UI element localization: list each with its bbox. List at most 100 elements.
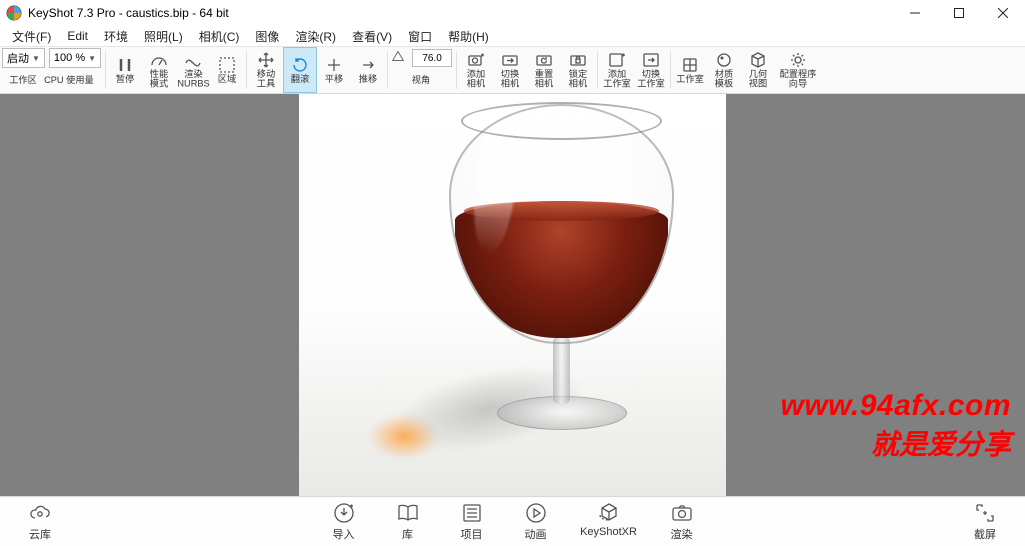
cube-icon — [749, 51, 767, 69]
library-label: 库 — [402, 526, 413, 542]
viewport[interactable]: www.94afx.com 就是爱分享 — [0, 94, 1025, 496]
close-button[interactable] — [981, 0, 1025, 26]
screenshot-button[interactable]: 截屏 — [945, 501, 1025, 542]
tumble-button[interactable]: 翻滚 — [283, 47, 317, 93]
config-wizard-button[interactable]: 配置程序 向导 — [775, 47, 821, 93]
pan-label: 平移 — [325, 75, 343, 84]
move-tool-button[interactable]: 移动 工具 — [249, 47, 283, 93]
render-canvas[interactable] — [299, 94, 726, 496]
cpu-usage-label: CPU 使用量 — [44, 76, 94, 85]
nurbs-icon — [184, 51, 202, 69]
crop-icon — [973, 501, 997, 525]
scene — [299, 94, 726, 496]
menubar: 文件(F) Edit 环境 照明(L) 相机(C) 图像 渲染(R) 查看(V)… — [0, 26, 1025, 46]
toolbar: 启动▼ 100 %▼ 工作区 CPU 使用量 暂停 性能 模式 渲染 NURBS… — [0, 46, 1025, 94]
cube-rotate-icon — [597, 501, 621, 525]
cpu-usage-button[interactable]: CPU 使用量 — [46, 74, 92, 88]
reset-camera-button[interactable]: 重置 相机 — [527, 47, 561, 93]
switch-camera-button[interactable]: 切换 相机 — [493, 47, 527, 93]
move-icon — [257, 51, 275, 69]
workspace-button[interactable]: 工作区 — [0, 74, 46, 88]
geometry-view-button[interactable]: 几何 视图 — [741, 47, 775, 93]
fov-input[interactable]: 76.0 — [412, 49, 452, 67]
region-icon — [218, 56, 236, 74]
cloud-library-button[interactable]: 云库 — [0, 501, 80, 542]
animation-label: 动画 — [525, 526, 547, 542]
pause-icon — [116, 56, 134, 74]
chevron-down-icon: ▼ — [32, 54, 40, 63]
minimize-button[interactable] — [893, 0, 937, 26]
tumble-icon — [291, 56, 309, 74]
move-tool-label: 移动 工具 — [257, 70, 275, 88]
perf-mode-button[interactable]: 性能 模式 — [142, 47, 176, 93]
import-icon — [332, 501, 356, 525]
project-button[interactable]: 项目 — [444, 501, 500, 542]
render-nurbs-label: 渲染 NURBS — [177, 70, 209, 88]
material-template-label: 材质 模板 — [715, 70, 733, 88]
lock-camera-label: 锁定 相机 — [569, 70, 587, 88]
camera-reset-icon — [535, 51, 553, 69]
render-button[interactable]: 渲染 — [654, 501, 710, 542]
camera-plus-icon — [467, 51, 485, 69]
watermark: www.94afx.com 就是爱分享 — [781, 386, 1011, 464]
menu-image[interactable]: 图像 — [247, 26, 287, 47]
dolly-button[interactable]: 推移 — [351, 47, 385, 93]
menu-environment[interactable]: 环境 — [96, 26, 136, 47]
camera-lock-icon — [569, 51, 587, 69]
library-button[interactable]: 库 — [380, 501, 436, 542]
region-label: 区域 — [218, 75, 236, 84]
add-studio-button[interactable]: 添加 工作室 — [600, 47, 634, 93]
studio-button[interactable]: 工作室 — [673, 47, 707, 93]
lock-camera-button[interactable]: 锁定 相机 — [561, 47, 595, 93]
perf-mode-label: 性能 模式 — [150, 70, 168, 88]
animation-button[interactable]: 动画 — [508, 501, 564, 542]
caustic-glow — [369, 414, 439, 459]
menu-help[interactable]: 帮助(H) — [440, 26, 497, 47]
add-studio-label: 添加 工作室 — [603, 70, 631, 88]
app-icon — [6, 5, 22, 21]
list-icon — [460, 501, 484, 525]
config-wizard-label: 配置程序 向导 — [780, 70, 817, 88]
pause-label: 暂停 — [116, 75, 134, 84]
switch-camera-label: 切换 相机 — [501, 70, 519, 88]
switch-studio-label: 切换 工作室 — [637, 70, 665, 88]
add-camera-button[interactable]: 添加 相机 — [459, 47, 493, 93]
zoom-combo[interactable]: 100 %▼ — [49, 48, 101, 68]
menu-view[interactable]: 查看(V) — [344, 26, 400, 47]
menu-lighting[interactable]: 照明(L) — [136, 26, 191, 47]
launch-combo-label: 启动 — [7, 50, 29, 66]
menu-window[interactable]: 窗口 — [400, 26, 440, 47]
render-label: 渲染 — [671, 526, 693, 542]
menu-edit[interactable]: Edit — [59, 27, 96, 45]
maximize-button[interactable] — [937, 0, 981, 26]
chevron-down-icon: ▼ — [88, 54, 96, 63]
material-template-button[interactable]: 材质 模板 — [707, 47, 741, 93]
import-button[interactable]: 导入 — [316, 501, 372, 542]
keyshotxr-button[interactable]: KeyShotXR — [572, 501, 646, 542]
bottombar: 云库 导入 库 项目 动画 KeyShotXR 渲染 截屏 — [0, 496, 1025, 546]
geometry-view-label: 几何 视图 — [749, 70, 767, 88]
cloud-icon — [28, 501, 52, 525]
cloud-label: 云库 — [29, 526, 51, 542]
pan-button[interactable]: 平移 — [317, 47, 351, 93]
dolly-icon — [359, 56, 377, 74]
launch-combo[interactable]: 启动▼ — [2, 48, 45, 68]
watermark-url: www.94afx.com — [781, 386, 1011, 427]
fov-icon — [390, 48, 410, 69]
watermark-slogan: 就是爱分享 — [781, 426, 1011, 464]
render-nurbs-button[interactable]: 渲染 NURBS — [176, 47, 210, 93]
studio-switch-icon — [642, 51, 660, 69]
titlebar: KeyShot 7.3 Pro - caustics.bip - 64 bit — [0, 0, 1025, 26]
menu-camera[interactable]: 相机(C) — [191, 26, 248, 47]
reset-camera-label: 重置 相机 — [535, 70, 553, 88]
pan-icon — [325, 56, 343, 74]
menu-file[interactable]: 文件(F) — [4, 26, 59, 47]
gauge-icon — [150, 51, 168, 69]
pause-button[interactable]: 暂停 — [108, 47, 142, 93]
play-icon — [524, 501, 548, 525]
switch-studio-button[interactable]: 切换 工作室 — [634, 47, 668, 93]
studio-icon — [681, 56, 699, 74]
region-button[interactable]: 区域 — [210, 47, 244, 93]
fov-button[interactable]: 视角 — [390, 74, 452, 88]
menu-render[interactable]: 渲染(R) — [287, 26, 344, 47]
